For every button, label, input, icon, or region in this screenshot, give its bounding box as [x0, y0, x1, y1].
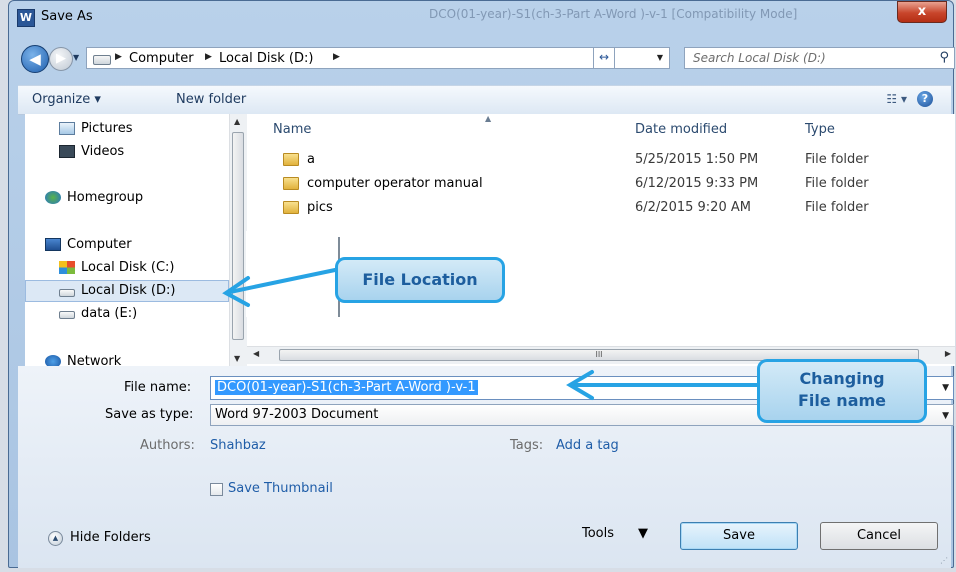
annotation-arrows: [222, 268, 759, 400]
file-location-arrow: [222, 268, 337, 307]
file-name-arrow: [566, 370, 759, 400]
